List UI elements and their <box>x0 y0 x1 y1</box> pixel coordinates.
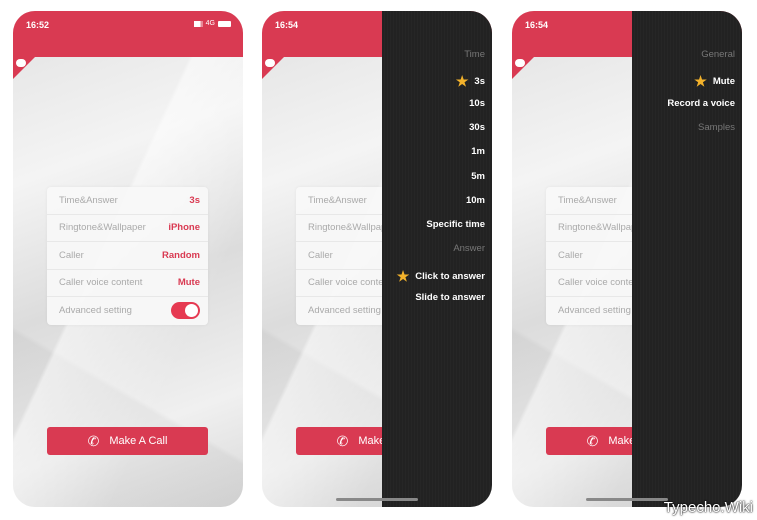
drawer-section-header: Answer <box>453 243 485 254</box>
drawer-menu-item[interactable]: 30s <box>469 122 485 133</box>
settings-label: Caller <box>59 249 84 261</box>
settings-value: Random <box>162 249 200 261</box>
drawer-section-header: Samples <box>698 122 735 133</box>
drawer-item-label: 5m <box>471 170 485 182</box>
battery-icon <box>218 20 231 27</box>
header-bar <box>13 11 243 57</box>
settings-value: 3s <box>189 194 200 206</box>
settings-label: Time&Answer <box>308 194 367 206</box>
settings-card: Time&Answer 3s Ringtone&Wallpaper iPhone Cal… <box>47 187 208 325</box>
drawer-item-label: Slide to answer <box>415 292 485 303</box>
drawer-menu-item[interactable]: 10s <box>469 98 485 109</box>
drawer-menu-item[interactable]: ★ Mute <box>694 73 735 90</box>
settings-row[interactable]: Time&Answer 3s <box>47 187 208 215</box>
settings-label: Ringtone&Wallpaper <box>59 222 146 234</box>
status-icons: 4G <box>193 20 231 27</box>
chat-bubble-icon[interactable] <box>16 59 26 67</box>
settings-label: Caller <box>308 249 333 261</box>
settings-label: Caller <box>558 249 583 261</box>
network-label: 4G <box>205 20 215 27</box>
settings-row[interactable]: Advanced setting <box>47 297 208 325</box>
drawer-menu-item[interactable]: 1m <box>471 146 485 157</box>
phone-screen: 16:54 4G Time&Answer3sRingtone&Wallpaper… <box>262 11 492 507</box>
star-icon: ★ <box>455 73 469 90</box>
home-indicator <box>586 498 668 501</box>
drawer-item-label: General <box>701 49 735 60</box>
chat-bubble-icon[interactable] <box>265 59 275 67</box>
drawer-item-label: 1m <box>471 146 485 158</box>
status-time: 16:54 <box>525 20 549 30</box>
settings-label: Time&Answer <box>558 194 617 206</box>
settings-label: Caller voice content <box>59 277 143 289</box>
settings-label: Advanced setting <box>308 305 381 317</box>
drawer-item-label: 3s <box>474 76 485 88</box>
phone-icon: ✆ <box>336 432 349 449</box>
drawer-menu-item[interactable]: ★ 3s <box>456 73 485 90</box>
settings-label: Caller voice content <box>308 277 392 289</box>
drawer-item-label: Mute <box>712 76 735 88</box>
advanced-toggle[interactable] <box>171 302 200 320</box>
drawer-menu-item[interactable]: 5m <box>471 171 485 182</box>
drawer-item-label: Specific time <box>426 219 485 231</box>
drawer-item-label: Answer <box>453 243 485 255</box>
settings-label: Time&Answer <box>59 194 118 206</box>
signal-icon <box>193 20 203 27</box>
home-indicator <box>336 498 418 501</box>
settings-label: Advanced setting <box>59 305 132 317</box>
status-time: 16:52 <box>26 20 50 30</box>
phone-screen: 16:52 4G Time&Answer 3s Ringtone&Wallpaper… <box>13 11 243 507</box>
drawer-item-label: Samples <box>698 121 735 133</box>
drawer-item-label: Click to answer <box>415 270 485 282</box>
drawer-item-label: 10s <box>469 97 485 109</box>
drawer-menu-item[interactable]: Specific time <box>426 219 485 230</box>
phone-icon: ✆ <box>87 432 100 449</box>
phone-screen: 16:54 4G Time&Answer3sRingtone&Wallpaper… <box>512 11 742 507</box>
star-icon: ★ <box>396 267 410 284</box>
settings-value: Mute <box>177 277 200 289</box>
phone-icon: ✆ <box>586 432 599 449</box>
status-time: 16:54 <box>275 20 299 30</box>
chat-bubble-icon[interactable] <box>515 59 525 67</box>
drawer-item-label: 10m <box>465 194 485 206</box>
drawer-item-label: Time <box>464 49 485 60</box>
settings-row[interactable]: Caller voice content Mute <box>47 270 208 297</box>
watermark: Typecho.Wiki <box>663 499 753 516</box>
drawer-menu-item[interactable]: Record a voice <box>667 98 735 109</box>
side-drawer: Time ★ 3s 10s 30s 1m 5m 10m Specific time Answer ★… <box>382 11 492 507</box>
drawer-menu-item[interactable]: ★ Click to answer <box>397 268 485 285</box>
settings-value: iPhone <box>168 222 200 234</box>
make-call-button[interactable]: ✆ Make A Call <box>47 427 208 455</box>
drawer-item-label: Record a voice <box>667 97 735 109</box>
drawer-menu-item[interactable]: 10m <box>466 195 485 206</box>
drawer-item-label: 30s <box>469 121 485 133</box>
settings-row[interactable]: Ringtone&Wallpaper iPhone <box>47 215 208 242</box>
drawer-menu-item[interactable]: Slide to answer <box>415 292 485 303</box>
settings-row[interactable]: Caller Random <box>47 242 208 270</box>
star-icon: ★ <box>694 73 707 90</box>
settings-label: Caller voice content <box>558 277 642 289</box>
make-call-label: Make A Call <box>109 435 168 447</box>
side-drawer: General ★ Mute Record a voice Samples <box>632 11 742 507</box>
drawer-section-header: General <box>701 49 735 60</box>
drawer-section-header: Time <box>464 49 485 60</box>
settings-label: Advanced setting <box>558 305 631 317</box>
